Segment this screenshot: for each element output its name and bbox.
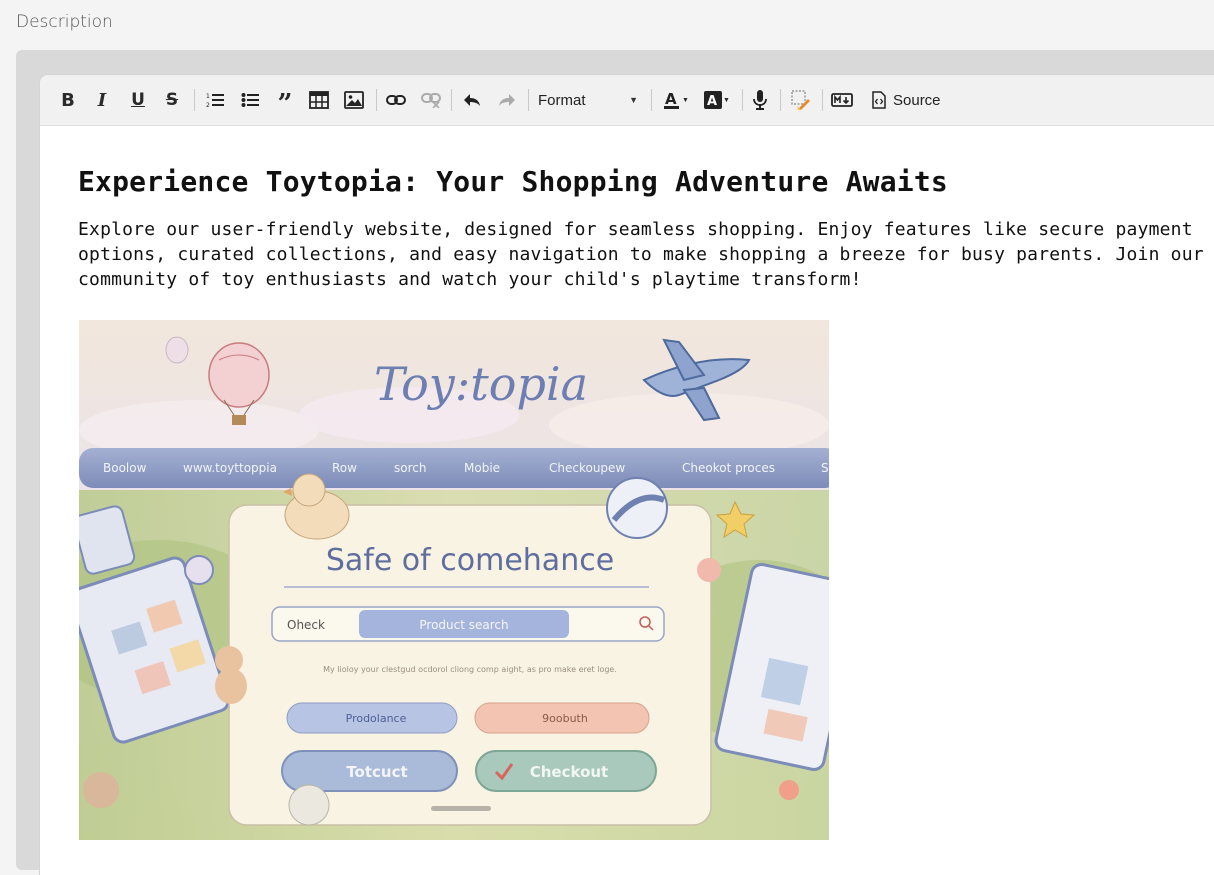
image-button[interactable]: [343, 88, 365, 112]
illustration-button-3: Totcuct: [346, 763, 407, 781]
link-icon: [386, 95, 406, 105]
clear-format-button[interactable]: [790, 88, 812, 112]
italic-button[interactable]: I: [92, 88, 112, 112]
bold-button[interactable]: B: [58, 88, 78, 112]
undo-button[interactable]: [461, 88, 483, 112]
search-placeholder: Product search: [419, 618, 508, 632]
underline-button[interactable]: U: [128, 88, 148, 112]
highlight-icon: A: [704, 91, 723, 109]
illustration-nav-item: Checkoupew: [549, 461, 625, 475]
illustration-nav-item: S: [821, 461, 829, 475]
redo-button[interactable]: [496, 88, 518, 112]
ordered-list-button[interactable]: 12: [204, 88, 226, 112]
illustration-button-2: 9oobuth: [542, 712, 588, 725]
caret-down-icon: ▼: [629, 95, 638, 105]
source-code-icon: [872, 91, 886, 109]
svg-text:2: 2: [206, 102, 210, 109]
toolbar-separator: [376, 89, 377, 111]
image-icon: [344, 91, 364, 109]
svg-text:A: A: [707, 94, 717, 109]
illustration-nav-item: Boolow: [103, 461, 147, 475]
format-label: Format: [538, 91, 586, 109]
font-color-icon: A: [664, 90, 680, 109]
markdown-button[interactable]: [830, 88, 854, 112]
table-icon: [309, 91, 329, 109]
search-left-text: Oheck: [287, 618, 325, 632]
italic-icon: I: [97, 89, 107, 111]
caret-down-icon: ▼: [682, 96, 689, 104]
content-heading: Experience Toytopia: Your Shopping Adven…: [78, 165, 948, 198]
markdown-icon: [831, 93, 853, 107]
content-paragraph: Explore our user-friendly website, desig…: [78, 219, 1204, 290]
toolbar-separator: [651, 89, 652, 111]
toolbar-separator: [780, 89, 781, 111]
toolbar-separator: [451, 89, 452, 111]
text-color-button[interactable]: A ▼: [660, 88, 692, 112]
bullet-list-icon: [241, 93, 259, 107]
svg-text:A: A: [665, 90, 677, 108]
toolbar-separator: [528, 89, 529, 111]
card-title: Safe of comehance: [326, 543, 614, 578]
toolbar-separator: [742, 89, 743, 111]
editor-content[interactable]: Experience Toytopia: Your Shopping Adven…: [78, 163, 1214, 292]
illustration-button-4: Checkout: [530, 763, 608, 781]
eraser-icon: [791, 90, 810, 110]
illustration-nav-item: Mobie: [464, 461, 500, 475]
unlink-button[interactable]: [420, 88, 442, 112]
voice-input-button[interactable]: [749, 88, 771, 112]
editor-toolbar: B I U S 12 ” Format ▼ A ▼ A ▼ Source: [40, 75, 1214, 126]
toolbar-separator: [194, 89, 195, 111]
caret-down-icon: ▼: [723, 96, 730, 104]
undo-icon: [464, 94, 480, 106]
illustration-nav-item: Row: [332, 461, 357, 475]
underline-icon: U: [131, 90, 145, 110]
toytopia-logo: Toy:topia: [374, 357, 588, 411]
blockquote-button[interactable]: ”: [274, 88, 296, 117]
illustration-nav-item: sorch: [394, 461, 426, 475]
card-tagline: My lioloy your clestgud ocdorol cliong c…: [323, 665, 617, 674]
quote-icon: ”: [277, 89, 293, 119]
ordered-list-icon: 12: [206, 93, 224, 109]
background-color-button[interactable]: A ▼: [701, 88, 733, 112]
strikethrough-icon: S: [165, 90, 179, 110]
redo-icon: [499, 94, 515, 106]
bullet-list-button[interactable]: [239, 88, 261, 112]
link-button[interactable]: [385, 88, 407, 112]
format-dropdown[interactable]: Format ▼: [534, 88, 642, 112]
strikethrough-button[interactable]: S: [162, 88, 182, 112]
illustration-button-1: Prodolance: [346, 712, 407, 725]
source-label: Source: [893, 91, 941, 109]
unlink-icon: [421, 93, 441, 108]
microphone-icon: [753, 90, 767, 110]
illustration-nav-item: www.toyttoppia: [183, 461, 277, 475]
source-button[interactable]: Source: [872, 88, 944, 112]
bold-icon: B: [61, 89, 75, 111]
svg-text:1: 1: [206, 93, 210, 100]
embedded-image[interactable]: Toy:topia Boolow www.toyttoppia Row sorch Mo…: [79, 320, 829, 840]
table-button[interactable]: [308, 88, 330, 112]
toy-ball-icon: [606, 477, 668, 539]
toolbar-separator: [822, 89, 823, 111]
toytopia-illustration: Toy:topia Boolow www.toyttoppia Row sorch Mo…: [79, 320, 829, 840]
illustration-nav-item: Cheokot proces: [682, 461, 775, 475]
description-label: Description: [16, 12, 113, 32]
